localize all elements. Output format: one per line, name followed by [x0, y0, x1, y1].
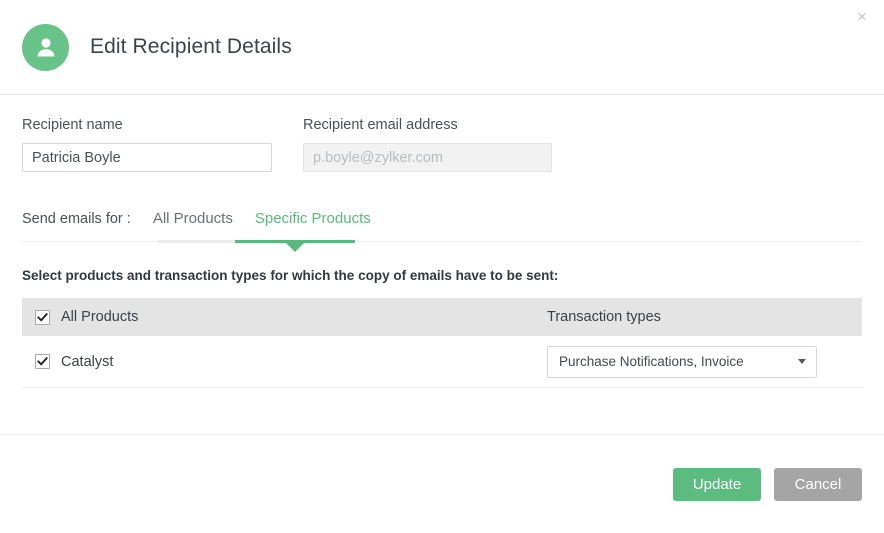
dialog-body: Recipient name Recipient email address S…: [0, 95, 884, 434]
select-all-checkbox[interactable]: [35, 309, 50, 325]
cancel-button[interactable]: Cancel: [774, 467, 862, 501]
transaction-types-cell: Purchase Notifications, Invoice: [547, 345, 862, 378]
select-all-cell: All Products: [22, 309, 547, 325]
select-all-label: All Products: [61, 309, 139, 325]
transaction-types-header-label: Transaction types: [547, 309, 661, 325]
selection-instruction: Select products and transaction types fo…: [22, 268, 559, 283]
tab-caret-icon: [286, 243, 304, 252]
products-table-header: All Products Transaction types: [22, 298, 862, 336]
recipient-email-label: Recipient email address: [303, 117, 458, 133]
recipient-form: Recipient name Recipient email address: [22, 95, 862, 172]
transaction-types-value: Purchase Notifications, Invoice: [559, 354, 744, 369]
edit-recipient-dialog: × Edit Recipient Details Recipient name …: [0, 0, 884, 533]
user-avatar-icon: [22, 23, 69, 71]
dialog-footer: Update Cancel: [0, 434, 884, 533]
tab-indicator-all-products: [158, 240, 246, 243]
product-name-label: Catalyst: [61, 353, 114, 370]
tab-all-products[interactable]: All Products: [153, 210, 233, 229]
recipient-email-field-group: Recipient email address: [303, 117, 552, 172]
dialog-header: Edit Recipient Details: [0, 0, 884, 95]
page-title: Edit Recipient Details: [90, 35, 292, 58]
transaction-types-dropdown[interactable]: Purchase Notifications, Invoice: [547, 345, 817, 378]
table-row: Catalyst Purchase Notifications, Invoice: [22, 336, 862, 388]
tab-specific-products[interactable]: Specific Products: [255, 210, 371, 229]
product-cell: Catalyst: [22, 354, 547, 370]
send-emails-tabs: Send emails for : All Products Specific …: [22, 199, 862, 252]
transaction-types-column-header: Transaction types: [547, 309, 862, 325]
recipient-email-input: [303, 143, 552, 172]
product-checkbox-catalyst[interactable]: [35, 354, 50, 369]
products-table: All Products Transaction types Catalyst: [22, 298, 862, 388]
chevron-down-icon: [798, 359, 806, 364]
tabs-caption: Send emails for :: [22, 211, 131, 227]
recipient-name-field-group: Recipient name: [22, 117, 272, 172]
update-button[interactable]: Update: [673, 467, 761, 501]
tabs-baseline-rule: [22, 241, 862, 242]
recipient-name-input[interactable]: [22, 143, 272, 172]
recipient-name-label: Recipient name: [22, 117, 123, 133]
